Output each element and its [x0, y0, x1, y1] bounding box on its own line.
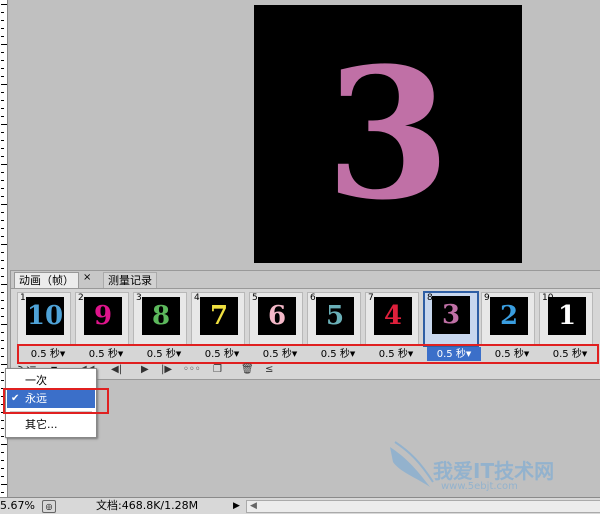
animation-frame[interactable]: 56 [249, 292, 303, 346]
canvas-digit: 3 [325, 28, 451, 240]
panel-tabs: 动画（帧） × 测量记录 [11, 271, 600, 289]
frame-number: 4 [194, 293, 200, 303]
chevron-down-icon: ▼ [291, 350, 298, 358]
chevron-down-icon: ▼ [349, 350, 356, 358]
status-bar: 5.67% ◎ 文档:468.8K/1.28M ▶ ◀ [0, 497, 600, 514]
frame-number: 6 [310, 293, 316, 303]
frame-thumbnail: 5 [316, 297, 354, 335]
frame-thumbnail: 9 [84, 297, 122, 335]
frame-delay-value: 0.5 秒 [378, 349, 408, 360]
chevron-down-icon: ▼ [465, 350, 472, 358]
frame-thumbnail: 4 [374, 297, 412, 335]
document-info: 文档:468.8K/1.28M [96, 499, 199, 512]
animation-frame[interactable]: 29 [75, 292, 129, 346]
frame-thumbnail: 2 [490, 297, 528, 335]
frame-number: 1 [20, 293, 26, 303]
document-canvas: 3 [254, 5, 522, 263]
frame-delay-row: 0.5 秒▼ 0.5 秒▼ 0.5 秒▼ 0.5 秒▼ 0.5 秒▼ 0.5 秒▼ 0.5 … [17, 344, 599, 364]
animation-frame[interactable]: 83 [423, 291, 479, 347]
play-icon[interactable]: ▶ [141, 364, 149, 375]
trash-icon[interactable]: 🗑 [241, 364, 254, 375]
frame-number: 5 [252, 293, 258, 303]
animation-frame[interactable]: 92 [481, 292, 535, 346]
frame-delay-select[interactable]: 0.5 秒▼ [485, 347, 539, 361]
animation-frame[interactable]: 47 [191, 292, 245, 346]
frame-thumbnail: 6 [258, 297, 296, 335]
tab-measurement-log[interactable]: 测量记录 [103, 272, 157, 288]
animation-frame[interactable]: 101 [539, 292, 593, 346]
chevron-down-icon: ▼ [117, 350, 124, 358]
frame-delay-select[interactable]: 0.5 秒▼ [427, 347, 481, 361]
status-menu-arrow-icon[interactable]: ▶ [233, 498, 240, 514]
frame-delay-value: 0.5 秒 [146, 349, 176, 360]
watermark: 我爱IT技术网 www.5ebjt.com [385, 437, 595, 497]
chevron-down-icon: ▼ [175, 350, 182, 358]
frame-delay-value: 0.5 秒 [30, 349, 60, 360]
animation-panel: 动画（帧） × 测量记录 1102938475665748392101 0.5 … [10, 270, 600, 380]
chevron-down-icon: ▼ [59, 350, 66, 358]
frame-thumbnail: 8 [142, 297, 180, 335]
frame-number: 2 [78, 293, 84, 303]
chevron-down-icon: ▼ [407, 350, 414, 358]
chevron-down-icon: ▼ [233, 350, 240, 358]
frame-delay-select[interactable]: 0.5 秒▼ [311, 347, 365, 361]
status-info-icon[interactable]: ◎ [42, 500, 56, 513]
animation-frame[interactable]: 65 [307, 292, 361, 346]
frame-delay-select[interactable]: 0.5 秒▼ [21, 347, 75, 361]
frame-delay-select[interactable]: 0.5 秒▼ [369, 347, 423, 361]
frame-thumbnail: 7 [200, 297, 238, 335]
frame-delay-select[interactable]: 0.5 秒▼ [253, 347, 307, 361]
frame-thumbnail: 10 [26, 297, 64, 335]
frame-delay-select[interactable]: 0.5 秒▼ [195, 347, 249, 361]
chevron-down-icon: ▼ [581, 350, 588, 358]
frame-delay-value: 0.5 秒 [436, 349, 466, 360]
frame-number: 7 [368, 293, 374, 303]
frame-delay-value: 0.5 秒 [552, 349, 582, 360]
frame-delay-value: 0.5 秒 [494, 349, 524, 360]
tween-icon[interactable]: ◦◦◦ [183, 364, 201, 375]
scroll-left-icon[interactable]: ◀ [250, 498, 257, 514]
frame-thumbnail: 1 [548, 297, 586, 335]
animation-frame[interactable]: 74 [365, 292, 419, 346]
close-icon[interactable]: × [83, 272, 91, 283]
zoom-level[interactable]: 5.67% [0, 498, 35, 514]
horizontal-scrollbar[interactable] [246, 500, 600, 513]
animation-controls: 永远 ▼ ◀◀ ◀| ▶ |▶ ◦◦◦ ❐ 🗑 ≤ [11, 362, 600, 378]
animation-frame[interactable]: 1 10 [17, 292, 71, 346]
animation-frame[interactable]: 38 [133, 292, 187, 346]
tab-animation-frames[interactable]: 动画（帧） [14, 272, 79, 288]
frame-delay-select[interactable]: 0.5 秒▼ [79, 347, 133, 361]
frame-number: 9 [484, 293, 490, 303]
annotation-highlight-box [3, 388, 109, 414]
frame-delay-value: 0.5 秒 [204, 349, 234, 360]
previous-frame-icon[interactable]: ◀| [111, 364, 122, 375]
watermark-text: 我爱IT技术网 [433, 459, 555, 483]
next-frame-icon[interactable]: |▶ [161, 364, 172, 375]
convert-icon[interactable]: ≤ [265, 364, 273, 375]
frame-delay-value: 0.5 秒 [88, 349, 118, 360]
menu-item-other[interactable]: 其它... [7, 416, 95, 434]
frame-delay-value: 0.5 秒 [262, 349, 292, 360]
frame-delay-value: 0.5 秒 [320, 349, 350, 360]
watermark-url: www.5ebjt.com [441, 481, 518, 492]
frame-delay-select[interactable]: 0.5 秒▼ [543, 347, 597, 361]
duplicate-frame-icon[interactable]: ❐ [213, 364, 222, 375]
frame-number: 3 [136, 293, 142, 303]
frame-thumbnail: 3 [432, 296, 470, 334]
chevron-down-icon: ▼ [523, 350, 530, 358]
frame-delay-select[interactable]: 0.5 秒▼ [137, 347, 191, 361]
